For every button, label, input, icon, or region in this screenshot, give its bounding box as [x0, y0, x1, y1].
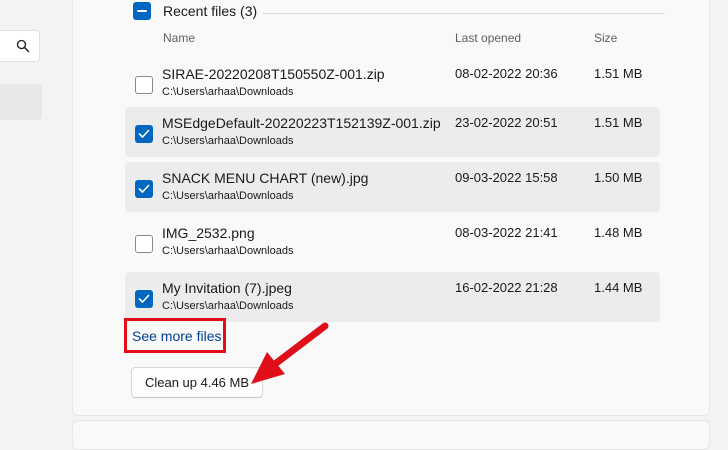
file-path: C:\Users\arhaa\Downloads — [162, 245, 294, 257]
file-last-opened: 23-02-2022 20:51 — [455, 115, 558, 130]
file-name: My Invitation (7).jpeg — [162, 280, 292, 296]
file-checkbox[interactable] — [135, 125, 153, 143]
nav-item-selected[interactable] — [0, 84, 42, 120]
red-arrow-icon — [251, 322, 329, 384]
file-path: C:\Users\arhaa\Downloads — [162, 300, 294, 312]
file-checkbox[interactable] — [135, 76, 153, 94]
settings-search-box[interactable] — [0, 30, 40, 62]
settings-nav-pane — [0, 0, 42, 438]
file-last-opened: 08-02-2022 20:36 — [455, 66, 558, 81]
checkmark-icon — [138, 129, 150, 138]
file-last-opened: 16-02-2022 21:28 — [455, 280, 558, 295]
file-size: 1.51 MB — [594, 115, 643, 130]
file-size: 1.48 MB — [594, 225, 643, 240]
minus-icon — [137, 10, 147, 12]
file-last-opened: 09-03-2022 15:58 — [455, 170, 558, 185]
file-row[interactable]: SIRAE-20220208T150550Z-001.zip C:\Users\a… — [125, 58, 660, 108]
file-row[interactable]: My Invitation (7).jpeg C:\Users\arhaa\Dow… — [125, 272, 660, 322]
file-name: MSEdgeDefault-20220223T152139Z-001.zip — [162, 115, 441, 131]
file-path: C:\Users\arhaa\Downloads — [162, 86, 294, 98]
file-row[interactable]: IMG_2532.png C:\Users\arhaa\Downloads 08-0… — [125, 217, 660, 267]
file-last-opened: 08-03-2022 21:41 — [455, 225, 558, 240]
file-checkbox[interactable] — [135, 290, 153, 308]
file-name: SNACK MENU CHART (new).jpg — [162, 170, 369, 186]
next-settings-card — [72, 420, 710, 450]
search-icon[interactable] — [16, 39, 30, 53]
group-title: Recent files (3) — [163, 3, 258, 19]
column-header-name[interactable]: Name — [163, 31, 195, 45]
file-size: 1.50 MB — [594, 170, 643, 185]
clean-up-button[interactable]: Clean up 4.46 MB — [131, 367, 263, 398]
file-checkbox[interactable] — [135, 235, 153, 253]
group-divider — [263, 13, 665, 14]
file-size: 1.44 MB — [594, 280, 643, 295]
see-more-highlight-box: See more files — [124, 318, 226, 353]
column-header-size[interactable]: Size — [594, 31, 617, 45]
checkmark-icon — [138, 184, 150, 193]
file-row[interactable]: MSEdgeDefault-20220223T152139Z-001.zip C:… — [125, 107, 660, 157]
file-name: SIRAE-20220208T150550Z-001.zip — [162, 66, 385, 82]
checkmark-icon — [138, 294, 150, 303]
see-more-files-link[interactable]: See more files — [132, 328, 221, 344]
file-checkbox[interactable] — [135, 180, 153, 198]
file-path: C:\Users\arhaa\Downloads — [162, 135, 294, 147]
group-select-checkbox[interactable] — [133, 2, 151, 20]
file-size: 1.51 MB — [594, 66, 643, 81]
column-header-last-opened[interactable]: Last opened — [455, 31, 521, 45]
file-name: IMG_2532.png — [162, 225, 255, 241]
file-row[interactable]: SNACK MENU CHART (new).jpg C:\Users\arhaa… — [125, 162, 660, 212]
recent-files-group-header: Recent files (3) — [133, 0, 665, 22]
file-path: C:\Users\arhaa\Downloads — [162, 190, 294, 202]
